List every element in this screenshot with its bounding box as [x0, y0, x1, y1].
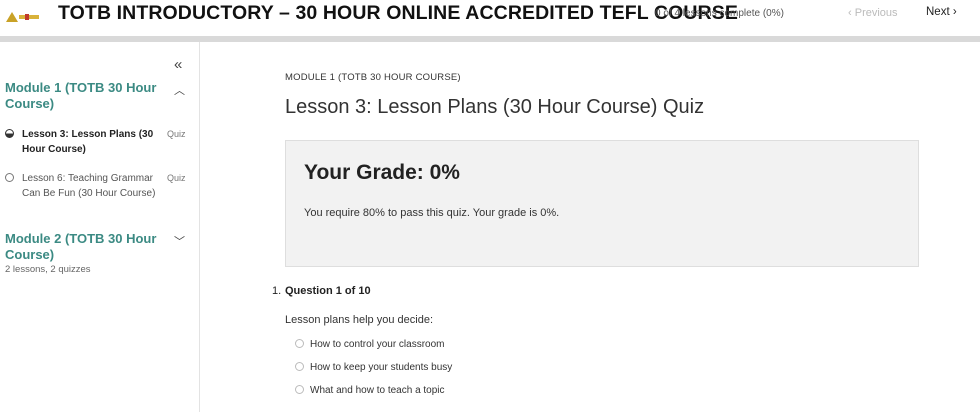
- lesson-name: Lesson 6: Teaching Grammar Can Be Fun (3…: [22, 173, 156, 199]
- next-button[interactable]: Next ›: [926, 6, 957, 18]
- module-1-title[interactable]: Module 1 (TOTB 30 Hour Course): [5, 80, 165, 112]
- course-progress-text: 0 of 4 lessons complete (0%): [655, 8, 784, 19]
- site-logo[interactable]: [6, 9, 40, 22]
- grade-text: You require 80% to pass this quiz. Your …: [304, 207, 560, 219]
- question-text: Lesson plans help you decide:: [285, 314, 433, 326]
- incomplete-status-icon: [5, 173, 14, 182]
- page-title: Lesson 3: Lesson Plans (30 Hour Course) …: [285, 96, 705, 118]
- half-complete-status-icon: [5, 129, 14, 138]
- previous-label: Previous: [854, 7, 898, 19]
- answer-label: What and how to teach a topic: [310, 385, 445, 396]
- radio-button[interactable]: [295, 339, 304, 348]
- previous-button[interactable]: ‹ Previous: [848, 7, 898, 19]
- lesson-type: Quiz: [167, 173, 186, 183]
- module-2-title[interactable]: Module 2 (TOTB 30 Hour Course): [5, 231, 165, 263]
- grade-box: Your Grade: 0% You require 80% to pass t…: [285, 140, 919, 267]
- radio-button[interactable]: [295, 385, 304, 394]
- chevron-right-icon: ›: [952, 6, 957, 18]
- breadcrumb[interactable]: MODULE 1 (TOTB 30 HOUR COURSE): [285, 72, 461, 83]
- top-bar: TOTB INTRODUCTORY – 30 HOUR ONLINE ACCRE…: [0, 0, 980, 36]
- chevron-left-icon: ‹: [848, 7, 852, 19]
- lesson-type: Quiz: [167, 129, 186, 139]
- answer-label: How to control your classroom: [310, 339, 445, 350]
- radio-button[interactable]: [295, 362, 304, 371]
- double-chevron-left-icon[interactable]: «: [174, 56, 182, 73]
- next-label: Next: [926, 6, 950, 18]
- course-sidebar: « Module 1 (TOTB 30 Hour Course) ︿ Lesso…: [0, 42, 200, 412]
- lesson-name: Lesson 3: Lesson Plans (30 Hour Course): [22, 129, 154, 155]
- chevron-down-icon[interactable]: ﹀: [174, 233, 185, 249]
- question-label: Question 1 of 10: [285, 285, 371, 297]
- module-2-meta: 2 lessons, 2 quizzes: [5, 264, 91, 275]
- chevron-up-icon[interactable]: ︿: [174, 82, 185, 98]
- grade-heading: Your Grade: 0%: [304, 161, 460, 184]
- course-title: TOTB INTRODUCTORY – 30 HOUR ONLINE ACCRE…: [58, 2, 738, 24]
- answer-label: How to keep your students busy: [310, 362, 453, 373]
- question-number: 1.: [272, 285, 282, 297]
